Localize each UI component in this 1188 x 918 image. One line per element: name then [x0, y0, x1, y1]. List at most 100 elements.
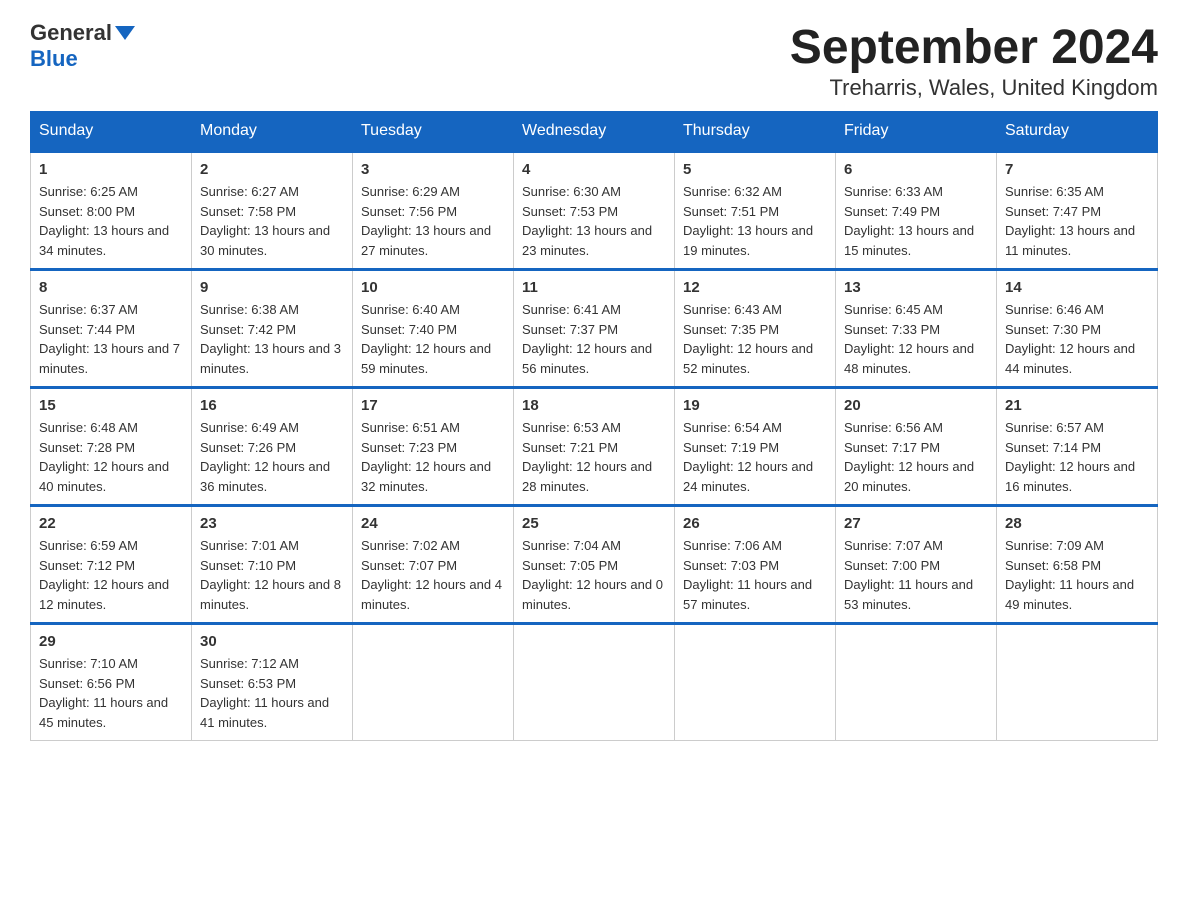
day-info: Sunrise: 6:29 AMSunset: 7:56 PMDaylight:…	[361, 182, 505, 260]
day-info: Sunrise: 6:59 AMSunset: 7:12 PMDaylight:…	[39, 536, 183, 614]
day-info: Sunrise: 6:43 AMSunset: 7:35 PMDaylight:…	[683, 300, 827, 378]
calendar-cell: 28Sunrise: 7:09 AMSunset: 6:58 PMDayligh…	[997, 506, 1158, 624]
day-number: 16	[200, 397, 344, 414]
day-number: 17	[361, 397, 505, 414]
day-number: 22	[39, 515, 183, 532]
weekday-header: Sunday	[31, 112, 192, 152]
day-number: 5	[683, 161, 827, 178]
calendar-cell: 24 Sunrise: 7:02 AMSunset: 7:07 PMDayligh…	[353, 506, 514, 624]
day-info: Sunrise: 7:02 AMSunset: 7:07 PMDaylight:…	[361, 536, 505, 614]
page-subtitle: Treharris, Wales, United Kingdom	[790, 75, 1158, 101]
day-number: 10	[361, 279, 505, 296]
day-number: 13	[844, 279, 988, 296]
calendar-cell	[836, 624, 997, 741]
calendar-cell: 21 Sunrise: 6:57 AMSunset: 7:14 PMDayligh…	[997, 388, 1158, 506]
day-number: 25	[522, 515, 666, 532]
calendar-week-row: 1 Sunrise: 6:25 AMSunset: 8:00 PMDaylight…	[31, 152, 1158, 270]
calendar-cell	[353, 624, 514, 741]
day-number: 4	[522, 161, 666, 178]
calendar-cell: 16Sunrise: 6:49 AMSunset: 7:26 PMDayligh…	[192, 388, 353, 506]
day-number: 24	[361, 515, 505, 532]
day-info: Sunrise: 6:57 AMSunset: 7:14 PMDaylight:…	[1005, 418, 1149, 496]
day-info: Sunrise: 6:41 AMSunset: 7:37 PMDaylight:…	[522, 300, 666, 378]
calendar-cell: 18Sunrise: 6:53 AMSunset: 7:21 PMDayligh…	[514, 388, 675, 506]
calendar-cell: 2Sunrise: 6:27 AMSunset: 7:58 PMDaylight…	[192, 152, 353, 270]
calendar-cell: 3 Sunrise: 6:29 AMSunset: 7:56 PMDaylight…	[353, 152, 514, 270]
calendar-cell: 14Sunrise: 6:46 AMSunset: 7:30 PMDayligh…	[997, 270, 1158, 388]
calendar-cell: 13 Sunrise: 6:45 AMSunset: 7:33 PMDayligh…	[836, 270, 997, 388]
day-number: 6	[844, 161, 988, 178]
day-number: 12	[683, 279, 827, 296]
weekday-header: Monday	[192, 112, 353, 152]
day-number: 21	[1005, 397, 1149, 414]
day-number: 7	[1005, 161, 1149, 178]
logo-blue-text: Blue	[30, 46, 78, 72]
day-info: Sunrise: 6:48 AMSunset: 7:28 PMDaylight:…	[39, 418, 183, 496]
calendar-cell: 27 Sunrise: 7:07 AMSunset: 7:00 PMDayligh…	[836, 506, 997, 624]
day-info: Sunrise: 6:32 AMSunset: 7:51 PMDaylight:…	[683, 182, 827, 260]
weekday-header: Wednesday	[514, 112, 675, 152]
day-number: 15	[39, 397, 183, 414]
weekday-header: Tuesday	[353, 112, 514, 152]
day-number: 30	[200, 633, 344, 650]
calendar-cell: 4 Sunrise: 6:30 AMSunset: 7:53 PMDaylight…	[514, 152, 675, 270]
day-info: Sunrise: 6:46 AMSunset: 7:30 PMDaylight:…	[1005, 300, 1149, 378]
day-number: 3	[361, 161, 505, 178]
calendar-week-row: 8Sunrise: 6:37 AMSunset: 7:44 PMDaylight…	[31, 270, 1158, 388]
day-info: Sunrise: 7:06 AMSunset: 7:03 PMDaylight:…	[683, 536, 827, 614]
day-number: 9	[200, 279, 344, 296]
day-info: Sunrise: 7:04 AMSunset: 7:05 PMDaylight:…	[522, 536, 666, 614]
calendar-week-row: 22 Sunrise: 6:59 AMSunset: 7:12 PMDayligh…	[31, 506, 1158, 624]
day-info: Sunrise: 6:38 AMSunset: 7:42 PMDaylight:…	[200, 300, 344, 378]
day-info: Sunrise: 6:33 AMSunset: 7:49 PMDaylight:…	[844, 182, 988, 260]
day-info: Sunrise: 6:25 AMSunset: 8:00 PMDaylight:…	[39, 182, 183, 260]
day-number: 26	[683, 515, 827, 532]
calendar-cell: 10 Sunrise: 6:40 AMSunset: 7:40 PMDayligh…	[353, 270, 514, 388]
day-number: 1	[39, 161, 183, 178]
title-block: September 2024 Treharris, Wales, United …	[790, 20, 1158, 101]
calendar-header: SundayMondayTuesdayWednesdayThursdayFrid…	[31, 112, 1158, 152]
day-number: 27	[844, 515, 988, 532]
calendar-cell: 11 Sunrise: 6:41 AMSunset: 7:37 PMDayligh…	[514, 270, 675, 388]
day-info: Sunrise: 6:40 AMSunset: 7:40 PMDaylight:…	[361, 300, 505, 378]
day-info: Sunrise: 6:56 AMSunset: 7:17 PMDaylight:…	[844, 418, 988, 496]
day-number: 19	[683, 397, 827, 414]
day-info: Sunrise: 6:30 AMSunset: 7:53 PMDaylight:…	[522, 182, 666, 260]
day-number: 8	[39, 279, 183, 296]
calendar-cell: 12 Sunrise: 6:43 AMSunset: 7:35 PMDayligh…	[675, 270, 836, 388]
calendar-cell: 6 Sunrise: 6:33 AMSunset: 7:49 PMDaylight…	[836, 152, 997, 270]
calendar-cell: 22 Sunrise: 6:59 AMSunset: 7:12 PMDayligh…	[31, 506, 192, 624]
calendar-cell	[675, 624, 836, 741]
calendar-table: SundayMondayTuesdayWednesdayThursdayFrid…	[30, 111, 1158, 741]
calendar-cell: 26 Sunrise: 7:06 AMSunset: 7:03 PMDayligh…	[675, 506, 836, 624]
calendar-cell: 19 Sunrise: 6:54 AMSunset: 7:19 PMDayligh…	[675, 388, 836, 506]
calendar-cell: 25 Sunrise: 7:04 AMSunset: 7:05 PMDayligh…	[514, 506, 675, 624]
weekday-header-row: SundayMondayTuesdayWednesdayThursdayFrid…	[31, 112, 1158, 152]
calendar-body: 1 Sunrise: 6:25 AMSunset: 8:00 PMDaylight…	[31, 152, 1158, 741]
calendar-cell	[514, 624, 675, 741]
calendar-cell: 30Sunrise: 7:12 AMSunset: 6:53 PMDayligh…	[192, 624, 353, 741]
calendar-cell: 5 Sunrise: 6:32 AMSunset: 7:51 PMDaylight…	[675, 152, 836, 270]
logo: General Blue	[30, 20, 135, 72]
calendar-cell: 7Sunrise: 6:35 AMSunset: 7:47 PMDaylight…	[997, 152, 1158, 270]
day-info: Sunrise: 7:07 AMSunset: 7:00 PMDaylight:…	[844, 536, 988, 614]
calendar-cell: 23Sunrise: 7:01 AMSunset: 7:10 PMDayligh…	[192, 506, 353, 624]
day-number: 18	[522, 397, 666, 414]
day-info: Sunrise: 7:10 AMSunset: 6:56 PMDaylight:…	[39, 654, 183, 732]
weekday-header: Thursday	[675, 112, 836, 152]
day-number: 11	[522, 279, 666, 296]
weekday-header: Friday	[836, 112, 997, 152]
calendar-cell: 15 Sunrise: 6:48 AMSunset: 7:28 PMDayligh…	[31, 388, 192, 506]
calendar-cell: 1 Sunrise: 6:25 AMSunset: 8:00 PMDaylight…	[31, 152, 192, 270]
calendar-cell	[997, 624, 1158, 741]
calendar-cell: 17 Sunrise: 6:51 AMSunset: 7:23 PMDayligh…	[353, 388, 514, 506]
day-info: Sunrise: 6:54 AMSunset: 7:19 PMDaylight:…	[683, 418, 827, 496]
day-info: Sunrise: 6:45 AMSunset: 7:33 PMDaylight:…	[844, 300, 988, 378]
calendar-cell: 8Sunrise: 6:37 AMSunset: 7:44 PMDaylight…	[31, 270, 192, 388]
logo-general-text: General	[30, 20, 112, 46]
day-number: 2	[200, 161, 344, 178]
day-info: Sunrise: 6:51 AMSunset: 7:23 PMDaylight:…	[361, 418, 505, 496]
page-title: September 2024	[790, 20, 1158, 75]
day-number: 29	[39, 633, 183, 650]
calendar-cell: 9 Sunrise: 6:38 AMSunset: 7:42 PMDaylight…	[192, 270, 353, 388]
